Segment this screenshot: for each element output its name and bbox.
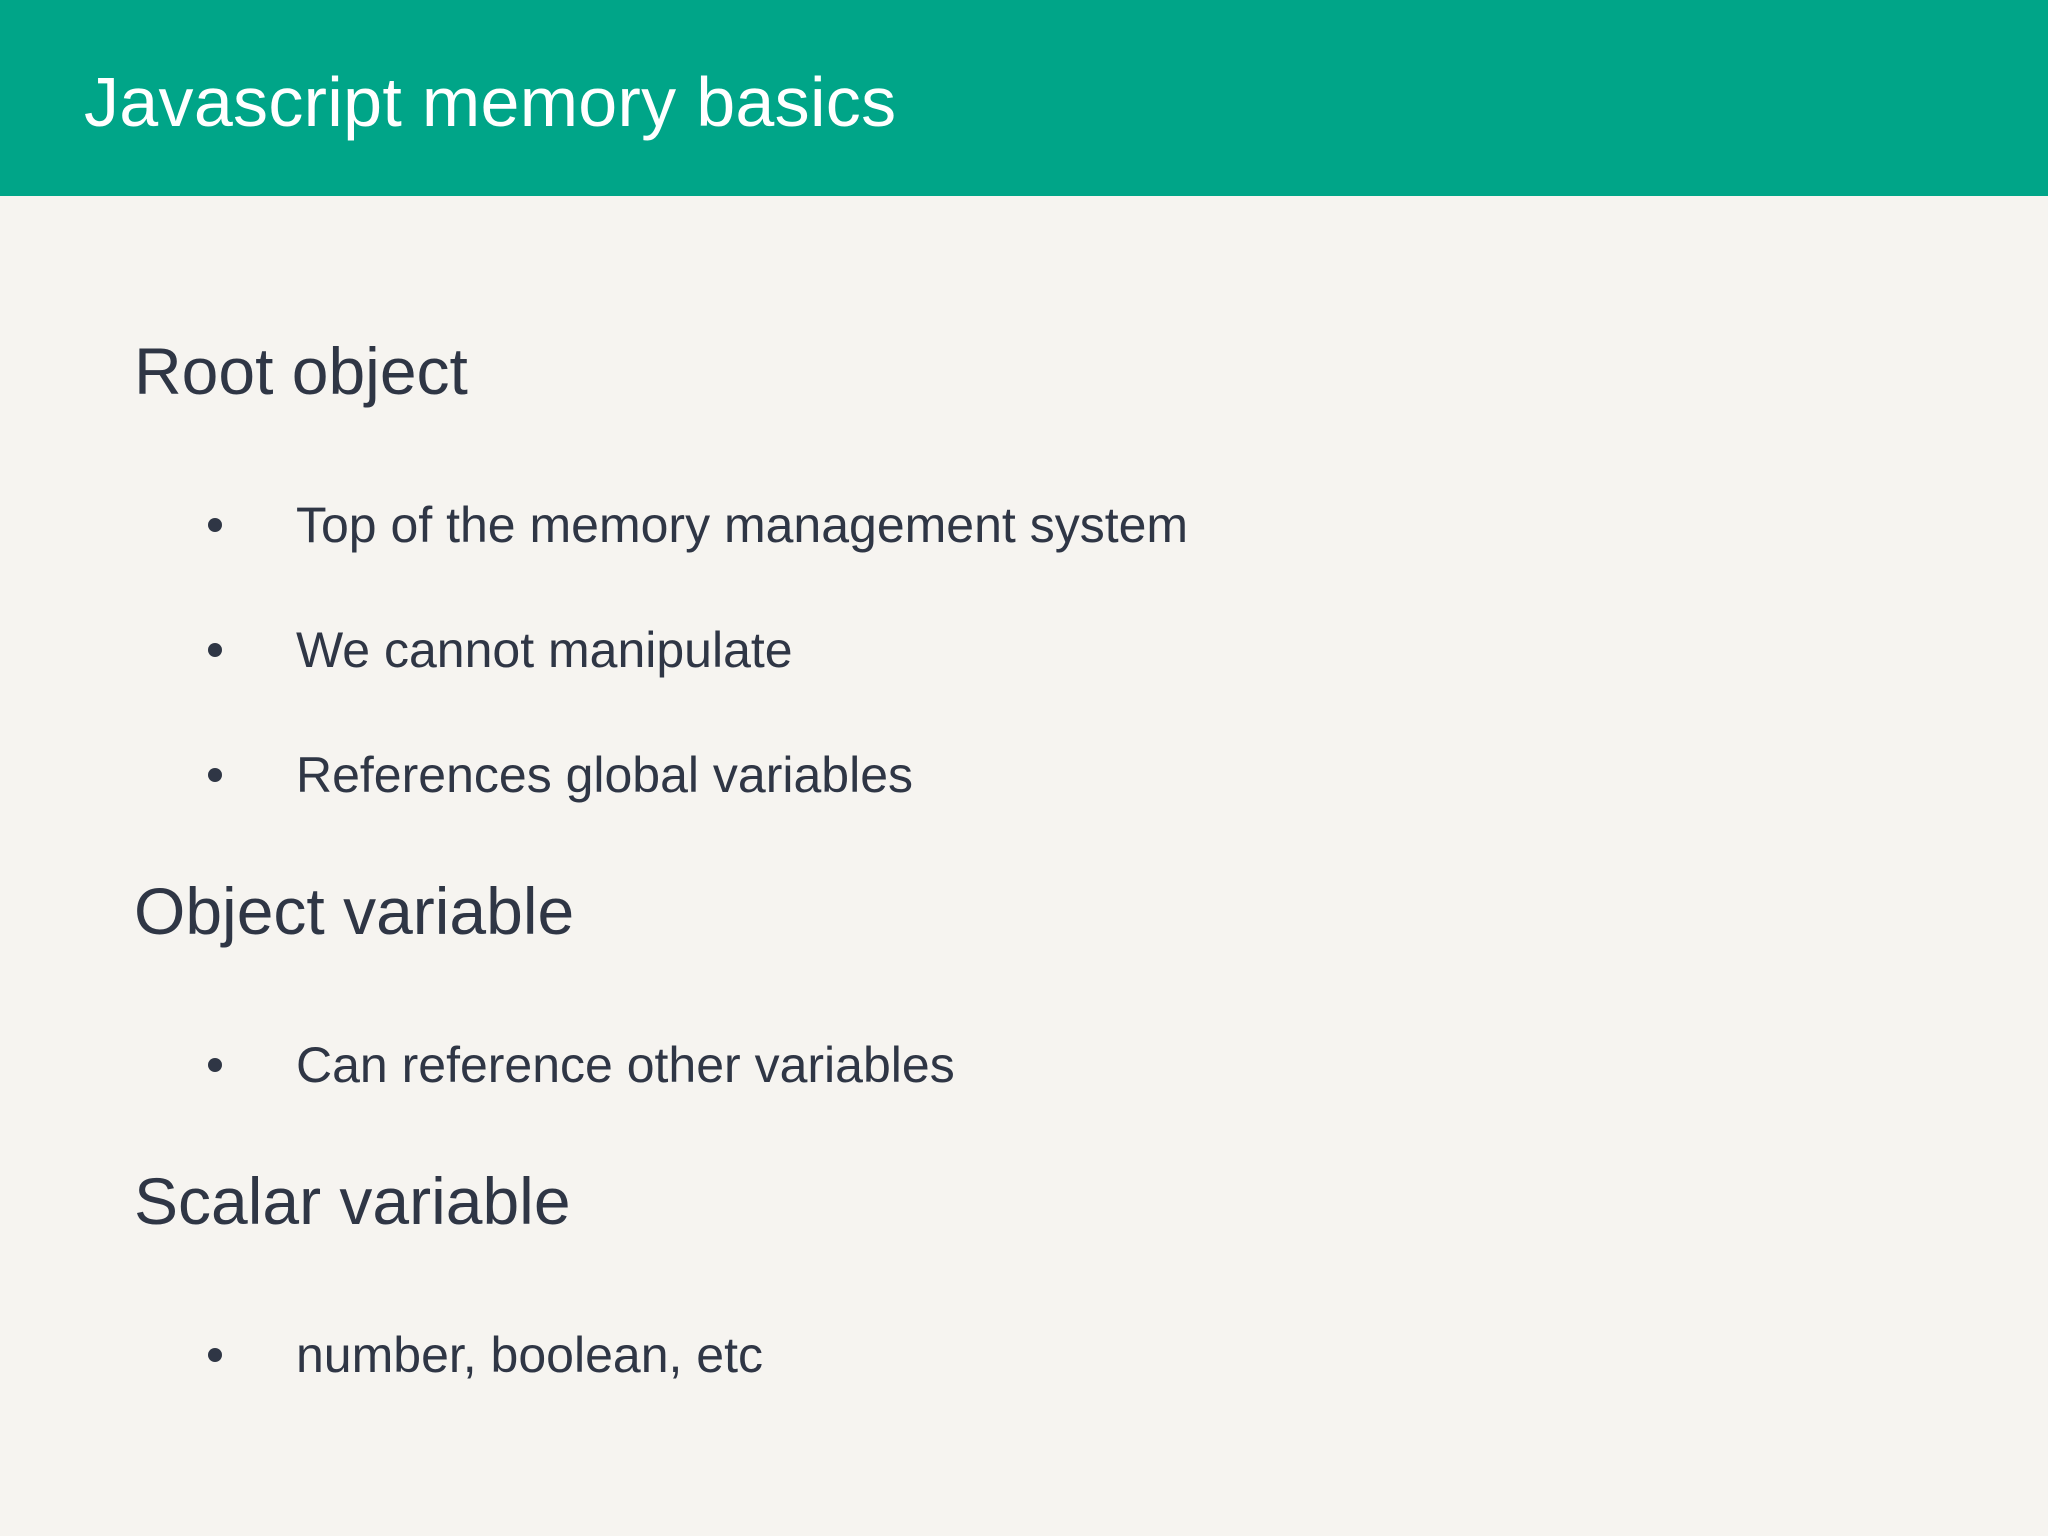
bullet-icon xyxy=(208,1058,222,1072)
bullet-icon xyxy=(208,768,222,782)
bullet-item: References global variables xyxy=(208,745,913,805)
bullet-icon xyxy=(208,518,222,532)
bullet-item: Top of the memory management system xyxy=(208,495,1188,555)
bullet-text: Top of the memory management system xyxy=(296,497,1189,553)
bullet-item: Can reference other variables xyxy=(208,1035,955,1095)
bullet-icon xyxy=(208,1348,222,1362)
bullet-text: We cannot manipulate xyxy=(296,622,793,678)
bullet-item: number, boolean, etc xyxy=(208,1325,763,1385)
bullet-text: number, boolean, etc xyxy=(296,1327,763,1383)
section-heading-scalar-variable: Scalar variable xyxy=(134,1164,571,1238)
bullet-text: References global variables xyxy=(296,747,914,803)
bullet-item: We cannot manipulate xyxy=(208,620,793,680)
bullet-icon xyxy=(208,643,222,657)
section-heading-object-variable: Object variable xyxy=(134,874,575,948)
slide-header: Javascript memory basics xyxy=(0,0,2048,196)
section-heading-root-object: Root object xyxy=(134,334,468,408)
slide-content: Root object Top of the memory management… xyxy=(0,196,2048,1536)
bullet-text: Can reference other variables xyxy=(296,1037,955,1093)
slide-title: Javascript memory basics xyxy=(84,63,897,141)
